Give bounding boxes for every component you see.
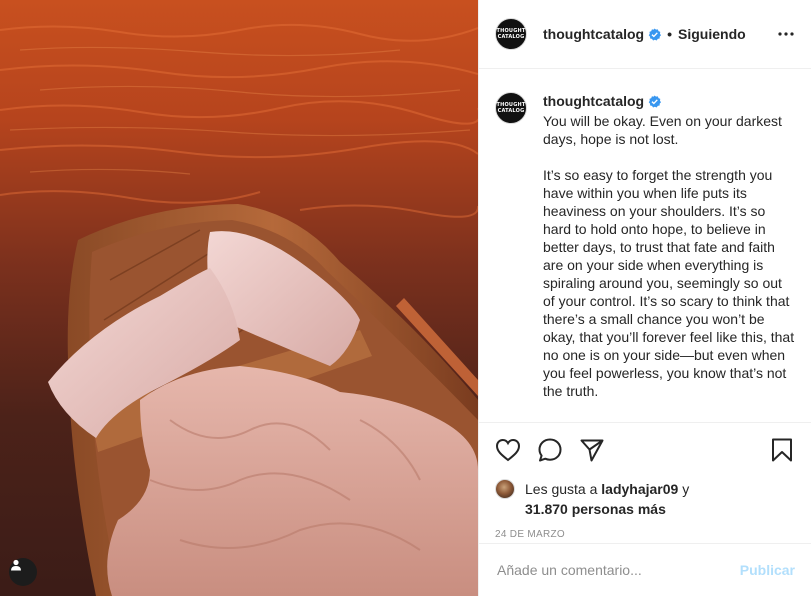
caption-username[interactable]: thoughtcatalog — [543, 92, 644, 110]
likes-prefix: Les gusta a — [525, 481, 602, 497]
post-photo[interactable] — [0, 0, 478, 596]
more-options-icon — [778, 32, 794, 36]
bookmark-icon — [772, 438, 792, 462]
caption-author-avatar[interactable]: THOUGHT CATALOG — [495, 92, 527, 124]
heart-icon — [495, 438, 521, 462]
author-username[interactable]: thoughtcatalog — [543, 26, 644, 42]
sunset-boat-image — [0, 0, 478, 596]
likes-summary: Les gusta a ladyhajar09 y — [495, 479, 795, 499]
liker-username[interactable]: ladyhajar09 — [601, 481, 678, 497]
avatar-text-2: CATALOG — [497, 108, 525, 114]
separator-dot: • — [667, 26, 673, 42]
comment-form: Publicar — [479, 543, 811, 596]
action-bar — [495, 435, 795, 465]
publish-button[interactable]: Publicar — [740, 562, 795, 578]
likes-suffix: y — [678, 481, 690, 497]
more-options-button[interactable] — [777, 25, 795, 43]
comment-button[interactable] — [537, 437, 563, 463]
save-button[interactable] — [769, 437, 795, 463]
verified-badge-icon — [648, 95, 662, 108]
like-button[interactable] — [495, 437, 521, 463]
following-button[interactable]: Siguiendo — [678, 26, 746, 42]
likes-line1: Les gusta a ladyhajar09 y — [525, 479, 689, 499]
post-date[interactable]: 24 DE MARZO — [495, 529, 795, 540]
comment-icon — [538, 438, 562, 462]
post-header: THOUGHT CATALOG thoughtcatalog • Siguien… — [479, 0, 811, 69]
share-button[interactable] — [579, 437, 605, 463]
liker-avatar[interactable] — [495, 479, 515, 499]
author-avatar[interactable]: THOUGHT CATALOG — [495, 18, 527, 50]
caption-text: You will be okay. Even on your darkest d… — [543, 113, 795, 399]
caption-section: THOUGHT CATALOG thoughtcatalog You will … — [479, 70, 811, 422]
comment-input[interactable] — [497, 562, 740, 578]
user-tag-button[interactable] — [9, 558, 37, 586]
share-icon — [580, 439, 604, 462]
avatar-text-2: CATALOG — [497, 34, 525, 40]
user-tag-icon — [11, 559, 21, 571]
post-actions: Les gusta a ladyhajar09 y 31.870 persona… — [479, 422, 811, 540]
post-details-panel: THOUGHT CATALOG thoughtcatalog • Siguien… — [478, 0, 811, 596]
likes-others-count[interactable]: 31.870 personas más — [525, 499, 795, 519]
caption-body: thoughtcatalog You will be okay. Even on… — [543, 92, 795, 422]
verified-badge-icon — [648, 27, 662, 40]
